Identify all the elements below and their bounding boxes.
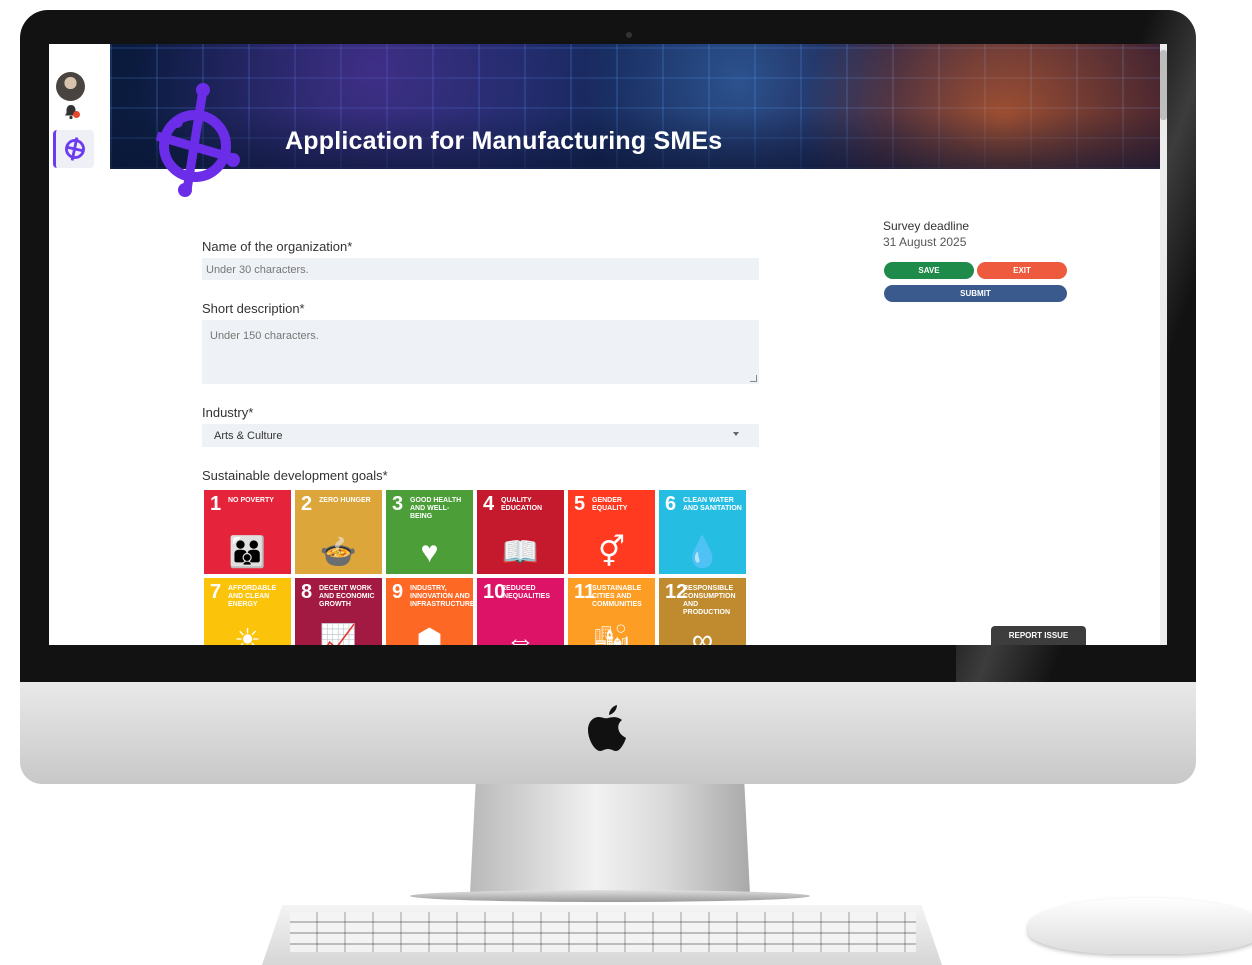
survey-deadline-label: Survey deadline	[883, 219, 970, 233]
sdg-number: 4	[483, 493, 495, 515]
org-name-label: Name of the organization*	[202, 239, 353, 254]
sdg-tile[interactable]: 3 Good health and well-being ♥	[386, 490, 473, 574]
sdg-title: Sustainable cities and communities	[592, 585, 642, 608]
sdg-title: Quality education	[501, 497, 543, 512]
avatar[interactable]	[56, 72, 85, 101]
growth-chart-icon: 📈	[319, 624, 358, 646]
sdg-title: Clean water and sanitation	[683, 497, 742, 512]
sdg-tile[interactable]: 1 No poverty 👪	[204, 490, 291, 574]
sdg-title: Industry, innovation and infrastructure	[410, 585, 473, 608]
sidebar	[49, 44, 111, 645]
chevron-down-icon	[733, 432, 739, 436]
apple-logo-icon	[588, 705, 626, 751]
sidebar-item-app[interactable]	[53, 130, 94, 168]
sdg-number: 3	[392, 493, 404, 515]
sdg-grid: 1 No poverty 👪 2 Zero hunger 🍲 3 Good health an…	[204, 490, 750, 645]
infinity-icon: ∞	[691, 624, 714, 646]
bowl-icon: 🍲	[319, 536, 358, 569]
camera	[626, 32, 632, 38]
sdg-tile[interactable]: 8 Decent work and economic growth 📈	[295, 578, 382, 645]
industry-select[interactable]: Arts & Culture	[202, 424, 759, 447]
keyboard-keys	[290, 912, 916, 952]
scroll-thumb[interactable]	[1160, 50, 1167, 120]
city-icon: 🏙	[592, 624, 631, 646]
survey-deadline-date: 31 August 2025	[883, 235, 967, 249]
screen: Application for Manufacturing SMEs Name …	[49, 44, 1167, 645]
description-placeholder: Under 150 characters.	[210, 330, 319, 342]
gender-icon: ⚥	[597, 536, 626, 569]
sdg-tile[interactable]: 5 Gender equality ⚥	[568, 490, 655, 574]
sdg-number: 6	[665, 493, 677, 515]
sdg-title: Good health and well-being	[410, 497, 462, 520]
notification-dot	[73, 111, 80, 118]
description-textarea[interactable]: Under 150 characters.	[202, 320, 759, 384]
equality-icon: ⇔	[505, 624, 536, 646]
stand-base	[410, 890, 810, 902]
cubes-icon: ⬢	[416, 624, 443, 646]
sdg-tile[interactable]: 9 Industry, innovation and infrastructure…	[386, 578, 473, 645]
sdg-tile[interactable]: 4 Quality education 📖	[477, 490, 564, 574]
sdg-title: Decent work and economic growth	[319, 585, 375, 608]
monitor-stand	[470, 784, 750, 894]
submit-button[interactable]: SUBMIT	[884, 285, 1067, 302]
app-logo-icon	[65, 137, 85, 161]
heartbeat-icon: ♥	[420, 536, 439, 569]
sdg-title: Zero hunger	[319, 497, 371, 504]
sdg-label: Sustainable development goals*	[202, 468, 388, 483]
industry-selected: Arts & Culture	[214, 430, 283, 442]
sdg-title: Responsible consumption and production	[683, 585, 736, 616]
sdg-tile[interactable]: 11 Sustainable cities and communities 🏙	[568, 578, 655, 645]
exit-button[interactable]: EXIT	[977, 262, 1067, 279]
sun-icon: ☀	[234, 624, 261, 646]
sdg-number: 5	[574, 493, 586, 515]
org-name-input[interactable]: Under 30 characters.	[202, 258, 759, 280]
industry-label: Industry*	[202, 405, 254, 420]
book-icon: 📖	[501, 536, 540, 569]
scrollbar[interactable]	[1160, 44, 1167, 645]
sdg-number: 1	[210, 493, 222, 515]
sdg-number: 2	[301, 493, 313, 515]
page-title: Application for Manufacturing SMEs	[285, 127, 723, 155]
sdg-tile[interactable]: 2 Zero hunger 🍲	[295, 490, 382, 574]
sdg-number: 7	[210, 581, 222, 603]
banner: Application for Manufacturing SMEs	[110, 44, 1160, 169]
sdg-tile[interactable]: 10 Reduced inequalities ⇔	[477, 578, 564, 645]
sdg-tile[interactable]: 12 Responsible consumption and production…	[659, 578, 746, 645]
report-issue-button[interactable]: REPORT ISSUE	[991, 626, 1086, 645]
description-label: Short description*	[202, 301, 305, 316]
sdg-number: 9	[392, 581, 404, 603]
sdg-number: 8	[301, 581, 313, 603]
sdg-title: No poverty	[228, 497, 274, 504]
mouse	[1028, 898, 1252, 954]
sdg-title: Reduced inequalities	[501, 585, 551, 600]
people-icon: 👪	[228, 536, 267, 569]
sdg-tile[interactable]: 6 Clean water and sanitation 💧	[659, 490, 746, 574]
sdg-title: Affordable and clean energy	[228, 585, 277, 608]
water-drop-icon: 💧	[683, 536, 722, 569]
save-button[interactable]: SAVE	[884, 262, 974, 279]
brand-logo-icon	[155, 83, 240, 197]
sdg-tile[interactable]: 7 Affordable and clean energy ☀	[204, 578, 291, 645]
resize-handle[interactable]	[750, 375, 757, 382]
sdg-title: Gender equality	[592, 497, 628, 512]
